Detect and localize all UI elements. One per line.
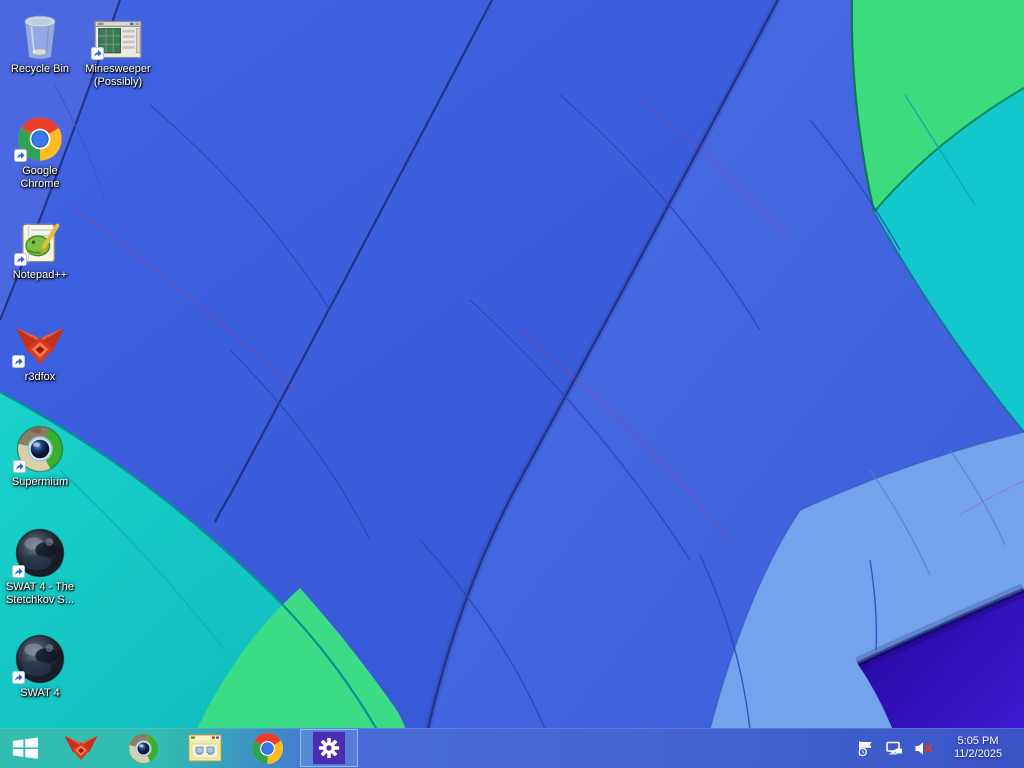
shortcut-arrow-icon — [13, 460, 26, 473]
network-wired-icon[interactable] — [885, 739, 905, 757]
clock-time: 5:05 PM — [957, 735, 999, 747]
desktop-icon-notepad-plus-plus[interactable]: Notepad++ — [2, 212, 78, 282]
desktop-icon-label: Recycle Bin — [10, 63, 70, 75]
desktop-icon-label: Notepad++ — [12, 269, 68, 281]
desktop-icon-minesweeper[interactable]: Minesweeper (Possibly) — [76, 6, 160, 89]
desktop-icon-label: SWAT 4 — [20, 687, 60, 699]
start-button[interactable] — [0, 728, 50, 768]
taskbar-pinned-google-chrome[interactable] — [236, 728, 298, 768]
desktop-icon-label: Minesweeper (Possibly) — [85, 63, 151, 88]
taskbar-pinned-file-explorer[interactable] — [174, 728, 236, 768]
taskbar-pinned-r3dfox[interactable] — [50, 728, 112, 768]
desktop-icon-label: SWAT 4 - The Stetchkov S... — [5, 581, 75, 606]
desktop-icon-r3dfox[interactable]: r3dfox — [2, 314, 78, 384]
gear-icon — [318, 737, 340, 759]
windows-logo-icon — [12, 737, 38, 759]
shortcut-arrow-icon — [14, 253, 27, 266]
shortcut-arrow-icon — [12, 355, 25, 368]
chrome-icon — [251, 732, 283, 764]
wallpaper-image — [0, 0, 1024, 768]
r3dfox-icon — [64, 735, 98, 761]
desktop-icon-recycle-bin[interactable]: Recycle Bin — [2, 6, 78, 76]
desktop: Recycle Bin Minesweeper (Possibly) Googl… — [0, 0, 1024, 768]
volume-muted-icon[interactable] — [914, 739, 934, 757]
system-tray: 5:05 PM 11/2/2025 — [856, 728, 1024, 768]
taskbar: 5:05 PM 11/2/2025 — [0, 728, 1024, 768]
desktop-icon-google-chrome[interactable]: Google Chrome — [2, 108, 78, 191]
desktop-icon-swat4-stetchkov[interactable]: SWAT 4 - The Stetchkov S... — [2, 524, 78, 607]
supermium-icon — [128, 733, 158, 763]
folder-window-icon — [188, 734, 222, 762]
shortcut-arrow-icon — [14, 149, 27, 162]
desktop-icon-label: Google Chrome — [20, 165, 60, 190]
desktop-icon-label: Supermium — [11, 476, 69, 488]
recycle-bin-icon — [24, 15, 56, 59]
taskbar-clock[interactable]: 5:05 PM 11/2/2025 — [946, 735, 1010, 761]
taskbar-pinned-supermium[interactable] — [112, 728, 174, 768]
clock-date: 11/2/2025 — [953, 748, 1003, 760]
shortcut-arrow-icon — [12, 671, 25, 684]
shortcut-arrow-icon — [12, 565, 25, 578]
shortcut-arrow-icon — [91, 47, 104, 60]
taskbar-settings-button[interactable] — [300, 729, 358, 767]
desktop-icon-swat4[interactable]: SWAT 4 — [2, 630, 78, 700]
desktop-icon-supermium[interactable]: Supermium — [2, 419, 78, 489]
action-center-flag-icon[interactable] — [856, 739, 876, 757]
settings-tile — [313, 732, 345, 764]
desktop-icon-label: r3dfox — [24, 371, 56, 383]
